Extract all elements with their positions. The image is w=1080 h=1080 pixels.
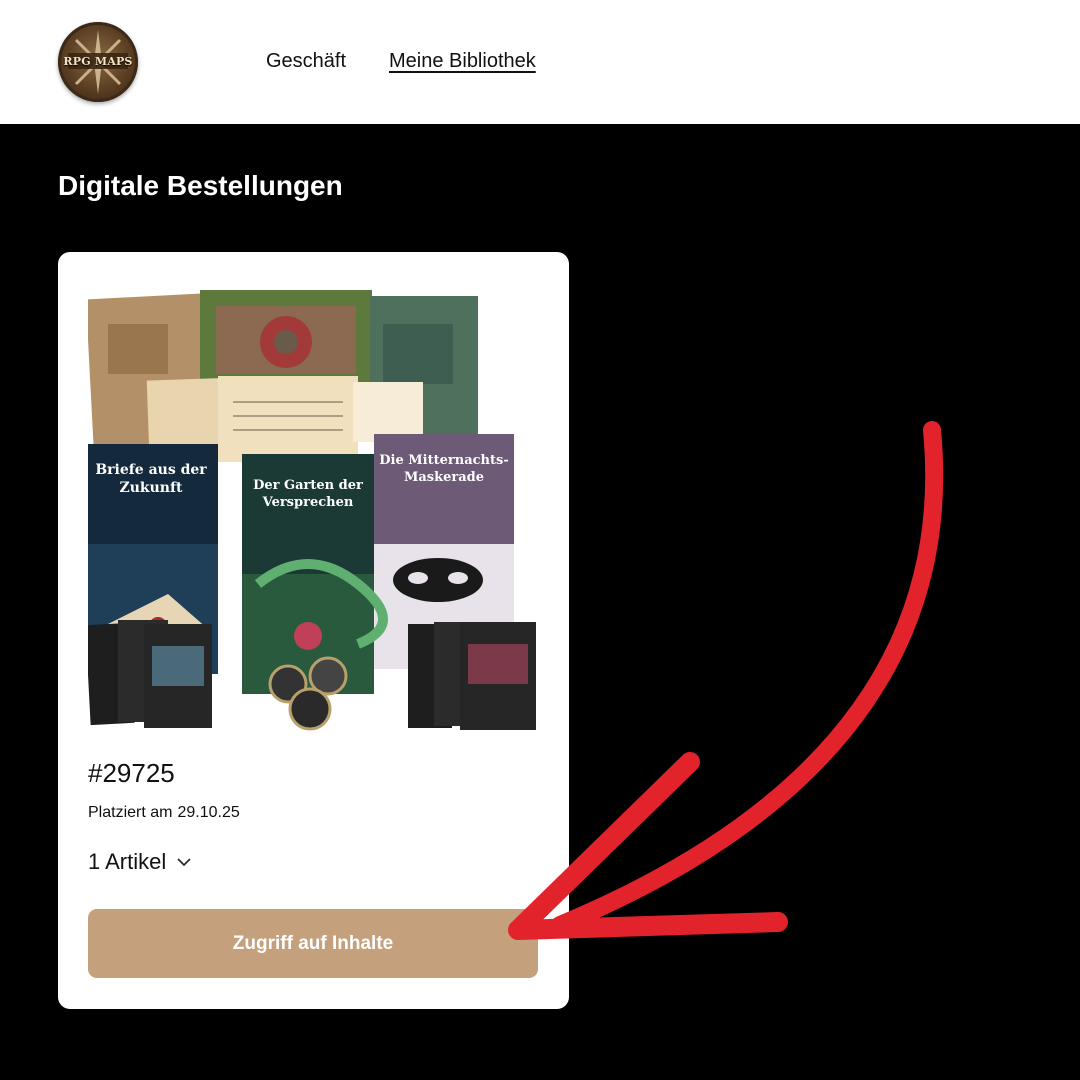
book-cover-garten: Der Garten der Versprechen: [242, 454, 388, 694]
page-title: Digitale Bestellungen: [58, 170, 343, 201]
book-title-line: Der Garten der: [253, 478, 363, 493]
items-count: 1 Artikel: [88, 849, 167, 874]
items-toggle[interactable]: 1 Artikel: [88, 849, 192, 875]
rpg-maps-logo-icon[interactable]: RPG MAPS: [58, 22, 138, 102]
book-title-line: Zukunft: [120, 480, 183, 496]
book-title-line: Versprechen: [262, 495, 354, 510]
card-decks-left: [88, 620, 212, 728]
chevron-down-icon: [177, 858, 191, 867]
order-placed-date: Platziert am 29.10.25: [88, 804, 240, 822]
site-header: RPG MAPS Geschäft Meine Bibliothek: [0, 0, 1080, 124]
access-content-button[interactable]: Zugriff auf Inhalte: [88, 909, 538, 978]
nav-link-my-library[interactable]: Meine Bibliothek: [389, 50, 536, 73]
book-title-line: Die Mitternachts-: [379, 453, 508, 468]
order-number: #29725: [88, 758, 175, 788]
logo-text: RPG MAPS: [63, 55, 133, 68]
placed-date: 29.10.25: [177, 804, 240, 821]
product-bundle-image: Briefe aus der Zukunft Die Mitternachts-…: [88, 290, 536, 731]
book-title-line: Maskerade: [404, 470, 484, 485]
placed-label: Platziert am: [88, 804, 173, 821]
book-title-line: Briefe aus der: [95, 462, 207, 478]
card-decks-right: [408, 622, 536, 730]
nav-link-shop[interactable]: Geschäft: [266, 50, 346, 73]
order-card: Briefe aus der Zukunft Die Mitternachts-…: [58, 252, 569, 1009]
